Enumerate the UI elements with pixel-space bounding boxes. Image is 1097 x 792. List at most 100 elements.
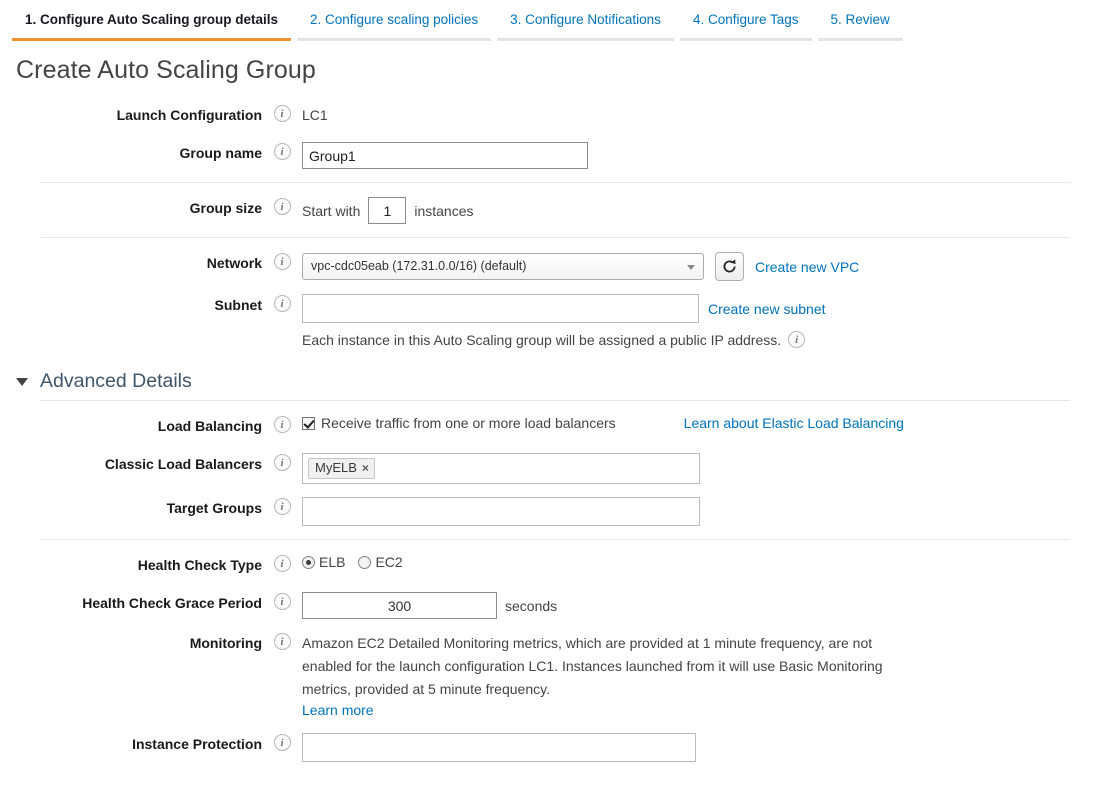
network-vpc-selected-value: vpc-cdc05eab (172.31.0.0/16) (default) <box>311 259 526 273</box>
tab-label: 4. Configure Tags <box>693 12 799 27</box>
info-icon[interactable]: i <box>788 331 805 348</box>
group-name-field-cell <box>302 141 1097 169</box>
network-label: Network <box>0 251 262 272</box>
subnet-helper-text: Each instance in this Auto Scaling group… <box>302 332 781 348</box>
load-balancing-line: Receive traffic from one or more load ba… <box>302 415 1097 431</box>
radio-elb[interactable] <box>302 556 315 569</box>
row-subnet: Subnet i Create new subnet Each instance… <box>0 287 1097 354</box>
row-load-balancing: Load Balancing i Receive traffic from on… <box>0 408 1097 446</box>
network-line: vpc-cdc05eab (172.31.0.0/16) (default) C… <box>302 252 1097 281</box>
info-icon[interactable]: i <box>274 295 291 312</box>
info-icon[interactable]: i <box>274 105 291 122</box>
group-size-input[interactable] <box>368 197 406 224</box>
create-new-vpc-link[interactable]: Create new VPC <box>755 259 859 275</box>
classic-load-balancers-label: Classic Load Balancers <box>0 452 262 473</box>
tab-label: 1. Configure Auto Scaling group details <box>25 12 278 27</box>
health-check-type-option-elb[interactable]: ELB <box>302 554 345 570</box>
info-icon[interactable]: i <box>274 454 291 471</box>
tab-review[interactable]: 5. Review <box>818 2 903 41</box>
instance-protection-label: Instance Protection <box>0 732 262 753</box>
advanced-details-toggle[interactable]: Advanced Details <box>16 370 1097 393</box>
row-group-name: Group name i <box>0 135 1097 175</box>
tab-label: 5. Review <box>831 12 890 27</box>
network-info-cell: i <box>262 251 302 270</box>
tab-configure-tags[interactable]: 4. Configure Tags <box>680 2 812 41</box>
network-vpc-select[interactable]: vpc-cdc05eab (172.31.0.0/16) (default) <box>302 253 704 280</box>
info-icon[interactable]: i <box>274 734 291 751</box>
health-check-type-option-ec2[interactable]: EC2 <box>358 554 402 570</box>
remove-token-icon[interactable]: × <box>362 461 369 475</box>
create-asg-form: Launch Configuration i LC1 Group name i … <box>0 97 1097 768</box>
monitoring-learn-more-link[interactable]: Learn more <box>302 702 374 718</box>
row-health-check-grace-period: Health Check Grace Period i seconds <box>0 585 1097 625</box>
wizard-tab-bar: 1. Configure Auto Scaling group details … <box>0 0 1097 41</box>
subnet-field-cell: Create new subnet Each instance in this … <box>302 293 1097 348</box>
group-name-info-cell: i <box>262 141 302 160</box>
tab-label: 2. Configure scaling policies <box>310 12 478 27</box>
group-name-input[interactable] <box>302 142 588 169</box>
receive-traffic-checkbox[interactable] <box>302 417 315 430</box>
info-icon[interactable]: i <box>274 143 291 160</box>
receive-traffic-checkbox-group[interactable]: Receive traffic from one or more load ba… <box>302 415 616 431</box>
group-size-info-cell: i <box>262 196 302 215</box>
instance-protection-info-cell: i <box>262 732 302 751</box>
token-item[interactable]: MyELB × <box>308 458 375 479</box>
info-icon[interactable]: i <box>274 198 291 215</box>
health-check-type-info-cell: i <box>262 553 302 572</box>
monitoring-description: Amazon EC2 Detailed Monitoring metrics, … <box>302 632 922 701</box>
target-groups-info-cell: i <box>262 496 302 515</box>
row-health-check-type: Health Check Type i ELB EC2 <box>0 547 1097 585</box>
health-check-type-label: Health Check Type <box>0 553 262 574</box>
row-classic-load-balancers: Classic Load Balancers i MyELB × <box>0 446 1097 490</box>
subnet-info-cell: i <box>262 293 302 312</box>
tab-configure-auto-scaling-group-details[interactable]: 1. Configure Auto Scaling group details <box>12 2 291 41</box>
health-check-grace-period-input[interactable] <box>302 592 497 619</box>
refresh-vpc-button[interactable] <box>715 252 744 281</box>
health-check-type-field-cell: ELB EC2 <box>302 553 1097 570</box>
classic-load-balancers-field-cell: MyELB × <box>302 452 1097 484</box>
health-check-type-radio-group: ELB EC2 <box>302 554 1097 570</box>
group-size-suffix-label: instances <box>414 199 473 223</box>
radio-ec2[interactable] <box>358 556 371 569</box>
subnet-input[interactable] <box>302 294 699 323</box>
group-size-field-cell: Start with instances <box>302 196 1097 224</box>
row-monitoring: Monitoring i Amazon EC2 Detailed Monitor… <box>0 625 1097 726</box>
grace-period-line: seconds <box>302 592 1097 619</box>
radio-elb-label: ELB <box>319 554 345 570</box>
launch-configuration-value: LC1 <box>302 107 328 123</box>
group-size-prefix-label: Start with <box>302 199 360 223</box>
info-icon[interactable]: i <box>274 253 291 270</box>
create-new-subnet-link[interactable]: Create new subnet <box>708 301 826 317</box>
subnet-label: Subnet <box>0 293 262 314</box>
info-icon[interactable]: i <box>274 416 291 433</box>
instance-protection-field-cell <box>302 732 1097 762</box>
learn-about-elastic-load-balancing-link[interactable]: Learn about Elastic Load Balancing <box>684 415 904 431</box>
tab-configure-notifications[interactable]: 3. Configure Notifications <box>497 2 674 41</box>
info-icon[interactable]: i <box>274 633 291 650</box>
target-groups-input[interactable] <box>302 497 700 526</box>
row-launch-configuration: Launch Configuration i LC1 <box>0 97 1097 135</box>
launch-configuration-label: Launch Configuration <box>0 103 262 124</box>
caret-down-icon <box>16 378 28 386</box>
info-icon[interactable]: i <box>274 555 291 572</box>
monitoring-label: Monitoring <box>0 631 262 652</box>
grace-period-unit-label: seconds <box>505 598 557 614</box>
instance-protection-input[interactable] <box>302 733 696 762</box>
monitoring-field-cell: Amazon EC2 Detailed Monitoring metrics, … <box>302 631 1097 720</box>
advanced-details-title: Advanced Details <box>40 370 192 393</box>
classic-load-balancers-token-input[interactable]: MyELB × <box>302 453 700 484</box>
health-check-grace-period-field-cell: seconds <box>302 591 1097 619</box>
row-group-size: Group size i Start with instances <box>0 190 1097 230</box>
token-label: MyELB <box>315 460 357 476</box>
group-size-line: Start with instances <box>302 197 1097 224</box>
tab-configure-scaling-policies[interactable]: 2. Configure scaling policies <box>297 2 491 41</box>
load-balancing-field-cell: Receive traffic from one or more load ba… <box>302 414 1097 431</box>
row-target-groups: Target Groups i <box>0 490 1097 532</box>
load-balancing-label: Load Balancing <box>0 414 262 435</box>
group-size-label: Group size <box>0 196 262 217</box>
info-icon[interactable]: i <box>274 593 291 610</box>
network-field-cell: vpc-cdc05eab (172.31.0.0/16) (default) C… <box>302 251 1097 281</box>
info-icon[interactable]: i <box>274 498 291 515</box>
page-title: Create Auto Scaling Group <box>16 56 1097 85</box>
row-network: Network i vpc-cdc05eab (172.31.0.0/16) (… <box>0 245 1097 287</box>
